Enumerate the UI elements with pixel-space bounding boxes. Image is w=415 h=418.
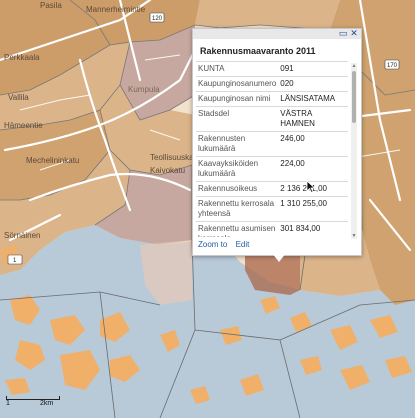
road-label: Kaivokatu: [150, 166, 185, 175]
attribute-value: 224,00: [278, 156, 348, 182]
place-label: Sörnäinen: [4, 231, 40, 240]
edit-link[interactable]: Edit: [236, 240, 250, 249]
attribute-name: Kaupunginosanumero: [196, 76, 279, 92]
attribute-row: Rakennettu asumisen kerrosala301 834,00: [196, 221, 348, 237]
road-label: Mannerheimintie: [86, 5, 146, 14]
attribute-name: Rakennettu asumisen kerrosala: [196, 221, 279, 237]
svg-text:170: 170: [387, 63, 398, 69]
popup-title: Rakennusmaavaranto 2011: [200, 46, 316, 56]
scale-bar: 1 2km: [4, 396, 64, 414]
attribute-value: VÄSTRA HAMNEN: [278, 106, 348, 132]
popup-tail: [272, 253, 286, 262]
attribute-name: KUNTA: [196, 61, 279, 77]
popup-titlebar[interactable]: [193, 29, 361, 39]
map-canvas[interactable]: Mannerheimintie Pasila Perkkaala Kumpula…: [0, 0, 415, 418]
road-label: Hämeentie: [4, 121, 43, 130]
popup-footer: Zoom to Edit: [198, 240, 255, 249]
svg-text:120: 120: [152, 16, 163, 22]
attribute-name: Rakennusten lukumäärä: [196, 131, 279, 157]
attribute-table: KUNTA 091 Kaupunginosanumero 020 Kaupunginos…: [196, 61, 348, 237]
attribute-row: Rakennusten lukumäärä 246,00: [196, 131, 348, 157]
place-label: Pasila: [40, 1, 62, 10]
attribute-name: Stadsdel: [196, 106, 279, 132]
maximize-icon[interactable]: ▭: [338, 29, 348, 39]
popup-attribute-list[interactable]: KUNTA 091 Kaupunginosanumero 020 Kaupunginos…: [196, 61, 348, 237]
place-label: Perkkaala: [4, 53, 40, 62]
scrollbar-thumb[interactable]: [352, 71, 356, 123]
attribute-value: 246,00: [278, 131, 348, 157]
attribute-name: Rakennusoikeus: [196, 181, 279, 197]
place-label: Vallila: [8, 93, 29, 102]
attribute-value: 091: [278, 61, 348, 77]
attribute-value: 020: [278, 76, 348, 92]
attribute-name: Rakennettu kerrosala yhteensä: [196, 196, 279, 222]
attribute-row: Kaupunginosanumero 020: [196, 76, 348, 92]
attribute-row: KUNTA 091: [196, 61, 348, 77]
zoom-to-link[interactable]: Zoom to: [198, 240, 227, 249]
scale-label-left: 1: [6, 400, 10, 407]
feature-info-popup[interactable]: ▭ ✕ Rakennusmaavaranto 2011 KUNTA 091 Kaup…: [192, 28, 362, 262]
scroll-down-icon[interactable]: ▼: [351, 233, 357, 239]
scale-label-right: 2km: [40, 400, 54, 407]
attribute-name: Kaavayksiköiden lukumäärä: [196, 156, 279, 182]
attribute-row: Kaupunginosan nimi LÄNSISATAMA: [196, 91, 348, 107]
attribute-value: 1 310 255,00: [278, 196, 348, 222]
attribute-value: LÄNSISATAMA: [278, 91, 348, 107]
attribute-row: Stadsdel VÄSTRA HAMNEN: [196, 106, 348, 132]
route-shield: 170: [384, 59, 400, 70]
mouse-pointer-icon: [306, 180, 316, 194]
route-shield: 1: [7, 254, 23, 265]
road-label: Mechelininkatu: [26, 156, 79, 165]
attribute-row: Kaavayksiköiden lukumäärä 224,00: [196, 156, 348, 182]
close-icon[interactable]: ✕: [349, 29, 359, 39]
attribute-name: Kaupunginosan nimi: [196, 91, 279, 107]
route-shield: 120: [149, 12, 165, 23]
attribute-value: 301 834,00: [278, 221, 348, 237]
scroll-up-icon[interactable]: ▲: [351, 63, 357, 69]
place-label: Kumpula: [128, 85, 160, 94]
attribute-row: Rakennusoikeus 2 136 241,00: [196, 181, 348, 197]
attribute-row: Rakennettu kerrosala yhteensä 1 310 255,0…: [196, 196, 348, 222]
